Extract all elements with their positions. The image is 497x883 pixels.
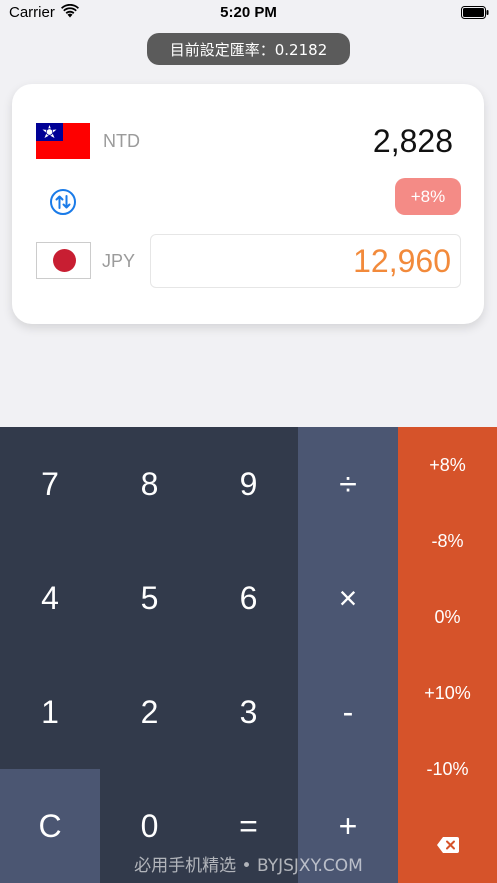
percent-minus-10-button[interactable]: -10%: [398, 731, 497, 807]
adjustment-badge[interactable]: +8%: [395, 178, 461, 215]
digit-2-button[interactable]: 2: [100, 655, 199, 769]
percent-plus-8-button[interactable]: +8%: [398, 427, 497, 503]
status-bar: Carrier 5:20 PM: [0, 0, 497, 26]
percent-zero-button[interactable]: 0%: [398, 579, 497, 655]
digit-8-button[interactable]: 8: [100, 427, 199, 541]
digit-4-button[interactable]: 4: [0, 541, 100, 655]
digit-9-button[interactable]: 9: [199, 427, 298, 541]
digit-7-button[interactable]: 7: [0, 427, 100, 541]
percent-minus-8-button[interactable]: -8%: [398, 503, 497, 579]
digit-5-button[interactable]: 5: [100, 541, 199, 655]
battery-icon: [461, 6, 489, 19]
from-currency-code: NTD: [103, 131, 140, 151]
digit-1-button[interactable]: 1: [0, 655, 100, 769]
to-amount-field[interactable]: 12,960: [150, 234, 461, 288]
percent-plus-10-button[interactable]: +10%: [398, 655, 497, 731]
keypad: 7 8 9 ÷ 4 5 6 × 1 2 3 - C 0 = + +8% -8% …: [0, 427, 497, 883]
japan-flag-icon: [36, 242, 91, 279]
to-currency-code: JPY: [102, 251, 136, 271]
digit-6-button[interactable]: 6: [199, 541, 298, 655]
digit-3-button[interactable]: 3: [199, 655, 298, 769]
multiply-button[interactable]: ×: [298, 541, 398, 655]
clock: 5:20 PM: [220, 4, 277, 21]
converter-card: NTD 2,828 +8% JPY 12,960: [12, 84, 484, 324]
from-amount: 2,828: [372, 123, 453, 159]
minus-button[interactable]: -: [298, 655, 398, 769]
divide-button[interactable]: ÷: [298, 427, 398, 541]
watermark: 必用手机精选 • BYJSJXY.COM: [134, 856, 363, 876]
taiwan-flag-icon: [36, 123, 90, 159]
exchange-rate-label: 目前設定匯率：0.2182: [147, 33, 350, 65]
swap-currencies-button[interactable]: [49, 188, 77, 216]
